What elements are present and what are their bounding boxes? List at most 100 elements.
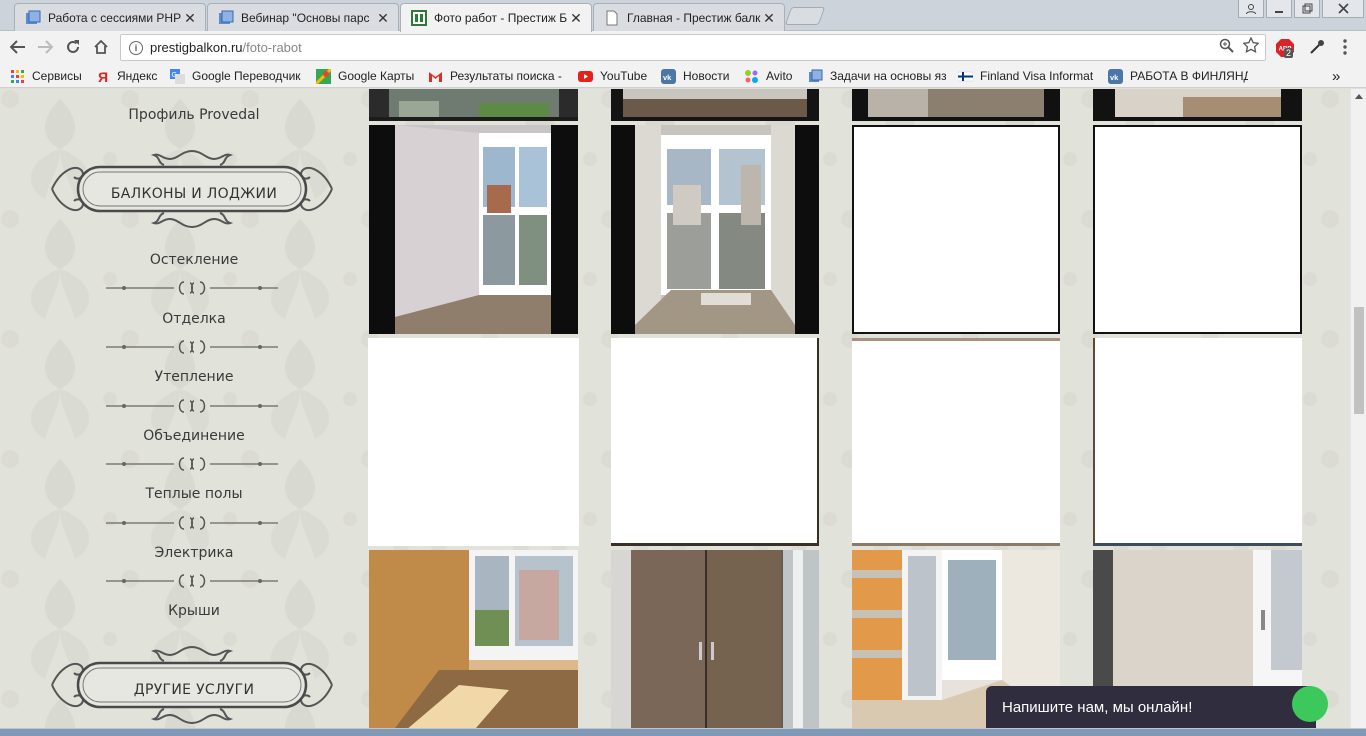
vertical-scrollbar[interactable]: [1350, 89, 1366, 736]
bookmark-label: Сервисы: [32, 69, 82, 83]
address-host: prestigbalkon.ru: [150, 40, 243, 55]
address-path: /foto-rabot: [242, 40, 302, 55]
avito-icon: [745, 69, 758, 83]
gmail-icon: [429, 71, 442, 82]
os-taskbar: [0, 728, 1366, 736]
sidebar-item-finishing[interactable]: Отделка: [0, 311, 388, 327]
new-tab-button[interactable]: [784, 7, 826, 25]
gallery-photo[interactable]: [611, 550, 819, 736]
restore-icon[interactable]: [1294, 0, 1320, 18]
site-info-icon[interactable]: i: [129, 40, 143, 55]
gallery-photo[interactable]: [369, 89, 578, 121]
bookmark-label: Результаты поиска -: [450, 69, 562, 83]
bookmark-tasks[interactable]: Задачи на основы яз: [808, 68, 946, 84]
doc-blue-icon: [26, 10, 41, 24]
gallery-photo-placeholder[interactable]: [1093, 338, 1302, 546]
gallery-photo-placeholder[interactable]: [611, 338, 819, 546]
doc-blue-icon: [219, 10, 234, 24]
tab-title: Вебинар "Основы парс: [241, 10, 370, 25]
window-close-icon[interactable]: [1322, 0, 1364, 18]
gallery-photo-placeholder[interactable]: [852, 338, 1060, 546]
tab-foto-rabot[interactable]: Фото работ - Престиж Б ✕: [400, 3, 592, 32]
close-icon[interactable]: ✕: [376, 11, 390, 25]
close-icon[interactable]: ✕: [762, 11, 776, 25]
sidebar-item-insulation[interactable]: Утепление: [0, 369, 388, 385]
bookmark-yandex[interactable]: Я Яндекс: [95, 68, 157, 84]
profile-icon[interactable]: [1238, 0, 1264, 18]
bookmark-avito[interactable]: Avito: [744, 68, 792, 84]
ornament-divider: [106, 457, 278, 471]
finland-flag-icon: [958, 71, 973, 81]
gallery-photo[interactable]: [611, 125, 819, 334]
bookmark-work-finland[interactable]: vk РАБОТА В ФИНЛЯНД: [1108, 68, 1248, 84]
sidebar-item-glazing[interactable]: Остекление: [0, 252, 388, 268]
browser-toolbar: i prestigbalkon.ru/foto-rabot ABP 2: [0, 31, 1366, 63]
bookmark-google-maps[interactable]: Google Карты: [316, 68, 414, 84]
menu-kebab-icon[interactable]: [1342, 38, 1348, 61]
chat-status-icon[interactable]: [1292, 686, 1328, 722]
bookmark-label: YouTube: [600, 69, 648, 83]
bookmark-label: Avito: [766, 69, 793, 83]
doc-blue-icon: [809, 69, 823, 82]
scroll-up-icon[interactable]: [1354, 92, 1364, 100]
bookmark-google-translate[interactable]: G Google Переводчик: [170, 68, 301, 84]
bookmark-label: РАБОТА В ФИНЛЯНД: [1130, 69, 1248, 83]
site-green-icon: [411, 10, 427, 26]
sidebar-item-electrics[interactable]: Электрика: [0, 545, 388, 561]
eyedropper-icon[interactable]: [1308, 38, 1326, 61]
youtube-icon: [578, 70, 593, 82]
bookmark-youtube[interactable]: YouTube: [578, 68, 647, 84]
tab-php-sessions[interactable]: Работа с сессиями PHP ✕: [14, 3, 206, 31]
adblock-icon[interactable]: ABP 2: [1275, 38, 1295, 63]
reload-icon[interactable]: [63, 38, 83, 56]
bookmark-label: Яндекс: [117, 69, 158, 83]
sidebar-item-roofs[interactable]: Крыши: [0, 603, 388, 619]
tab-title: Фото работ - Престиж Б: [434, 11, 568, 25]
bookmark-vk-news[interactable]: vk Новости: [661, 68, 729, 84]
gallery-photo[interactable]: [611, 89, 819, 121]
section-title-other-services[interactable]: ДРУГИЕ УСЛУГИ: [0, 682, 388, 698]
chevron-double-right-icon: »: [1332, 68, 1341, 84]
back-icon[interactable]: [8, 38, 28, 56]
forward-icon[interactable]: [35, 38, 55, 56]
bookmark-label: Google Переводчик: [192, 69, 301, 83]
svg-text:G: G: [172, 72, 177, 79]
bookmarks-overflow-button[interactable]: »: [1332, 68, 1340, 84]
bookmark-finland-visa[interactable]: Finland Visa Informat: [958, 68, 1096, 84]
gallery-photo[interactable]: [369, 125, 578, 334]
gallery-photo[interactable]: [1093, 89, 1302, 121]
svg-text:vk: vk: [1110, 73, 1119, 82]
translate-icon: G: [170, 68, 185, 84]
gallery-photo-placeholder[interactable]: [852, 125, 1060, 334]
svg-text:Я: Я: [98, 69, 108, 84]
tab-webinar[interactable]: Вебинар "Основы парс ✕: [207, 3, 399, 31]
sidebar-item-merging[interactable]: Объединение: [0, 428, 388, 444]
gallery-photo-placeholder[interactable]: [1093, 125, 1302, 334]
online-chat-button[interactable]: Напишите нам, мы онлайн!: [986, 686, 1316, 728]
bookmark-gmail[interactable]: Результаты поиска -: [428, 68, 563, 84]
gallery-photo[interactable]: [852, 89, 1060, 121]
tab-home[interactable]: Главная - Престиж балк ✕: [593, 3, 785, 31]
ornament-divider: [106, 399, 278, 413]
vk-icon: vk: [1108, 68, 1123, 84]
scrollbar-thumb[interactable]: [1354, 307, 1364, 414]
page-icon: [606, 10, 618, 25]
page-content: Профиль Provedal БАЛКОНЫ И ЛОДЖИИ Остекл…: [0, 89, 1350, 736]
zoom-icon[interactable]: [1218, 37, 1234, 53]
address-bar[interactable]: i prestigbalkon.ru/foto-rabot: [120, 34, 1266, 61]
sidebar-item-provedal[interactable]: Профиль Provedal: [0, 107, 388, 123]
minimize-icon[interactable]: [1266, 0, 1292, 18]
bookmark-services[interactable]: Сервисы: [10, 68, 82, 84]
close-icon[interactable]: ✕: [569, 11, 583, 25]
close-icon[interactable]: ✕: [183, 11, 197, 25]
ornament-divider: [106, 574, 278, 588]
bookmark-label: Finland Visa Informat: [980, 69, 1094, 83]
sidebar-item-warm-floors[interactable]: Теплые полы: [0, 486, 388, 502]
gallery-photo-placeholder[interactable]: [368, 338, 579, 546]
section-title-balconies[interactable]: БАЛКОНЫ И ЛОДЖИИ: [0, 186, 388, 202]
home-icon[interactable]: [91, 38, 111, 56]
bookmark-star-icon[interactable]: [1243, 37, 1259, 53]
ornament-divider: [106, 340, 278, 354]
tab-strip: Работа с сессиями PHP ✕ Вебинар "Основы …: [0, 0, 1366, 32]
gallery-photo[interactable]: [369, 550, 578, 736]
